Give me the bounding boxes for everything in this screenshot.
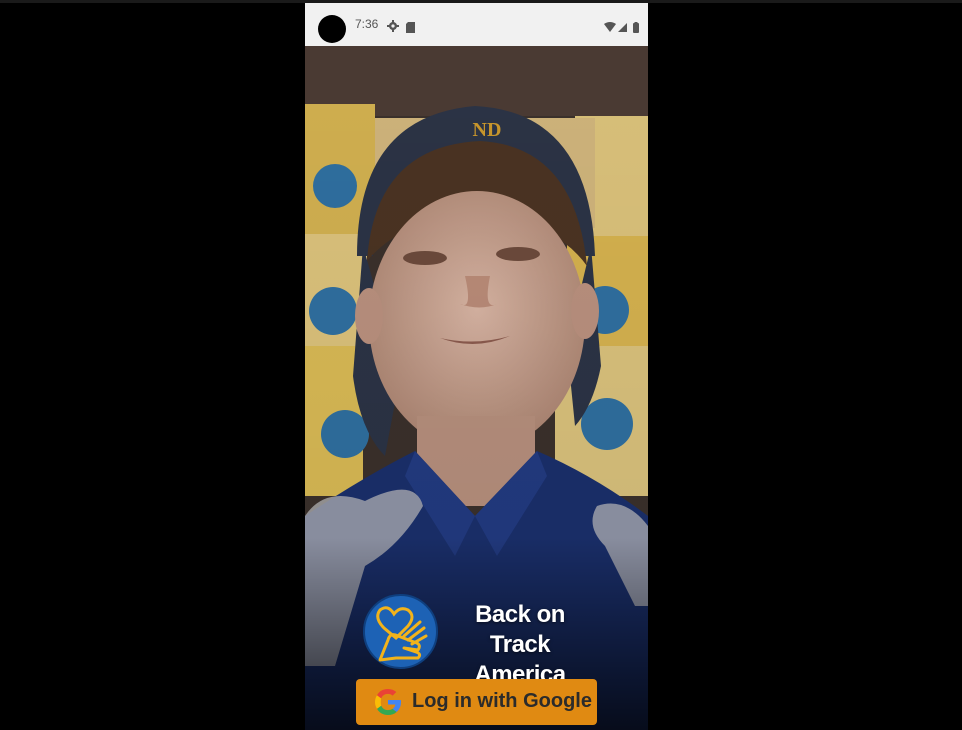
status-indicators bbox=[604, 18, 642, 33]
app-title-line1: Back on Track bbox=[475, 601, 565, 658]
app-title: Back on Track America bbox=[445, 600, 595, 690]
battery-icon bbox=[633, 22, 639, 33]
status-time: 7:36 bbox=[355, 17, 379, 31]
google-login-button[interactable]: Log in with Google bbox=[356, 679, 597, 725]
brand-block: Back on Track America bbox=[363, 594, 603, 688]
status-bar: 7:36 bbox=[305, 3, 648, 46]
camera-cutout bbox=[318, 15, 346, 43]
google-g-icon bbox=[372, 686, 404, 718]
signal-icon bbox=[618, 23, 627, 32]
sd-card-icon bbox=[406, 18, 415, 33]
wifi-icon bbox=[604, 22, 616, 32]
settings-icon bbox=[387, 17, 399, 32]
google-login-label: Log in with Google bbox=[412, 690, 592, 712]
phone-screen: 7:36 Back on Track America Log in with G… bbox=[305, 3, 648, 730]
hand-heart-icon bbox=[363, 594, 438, 669]
